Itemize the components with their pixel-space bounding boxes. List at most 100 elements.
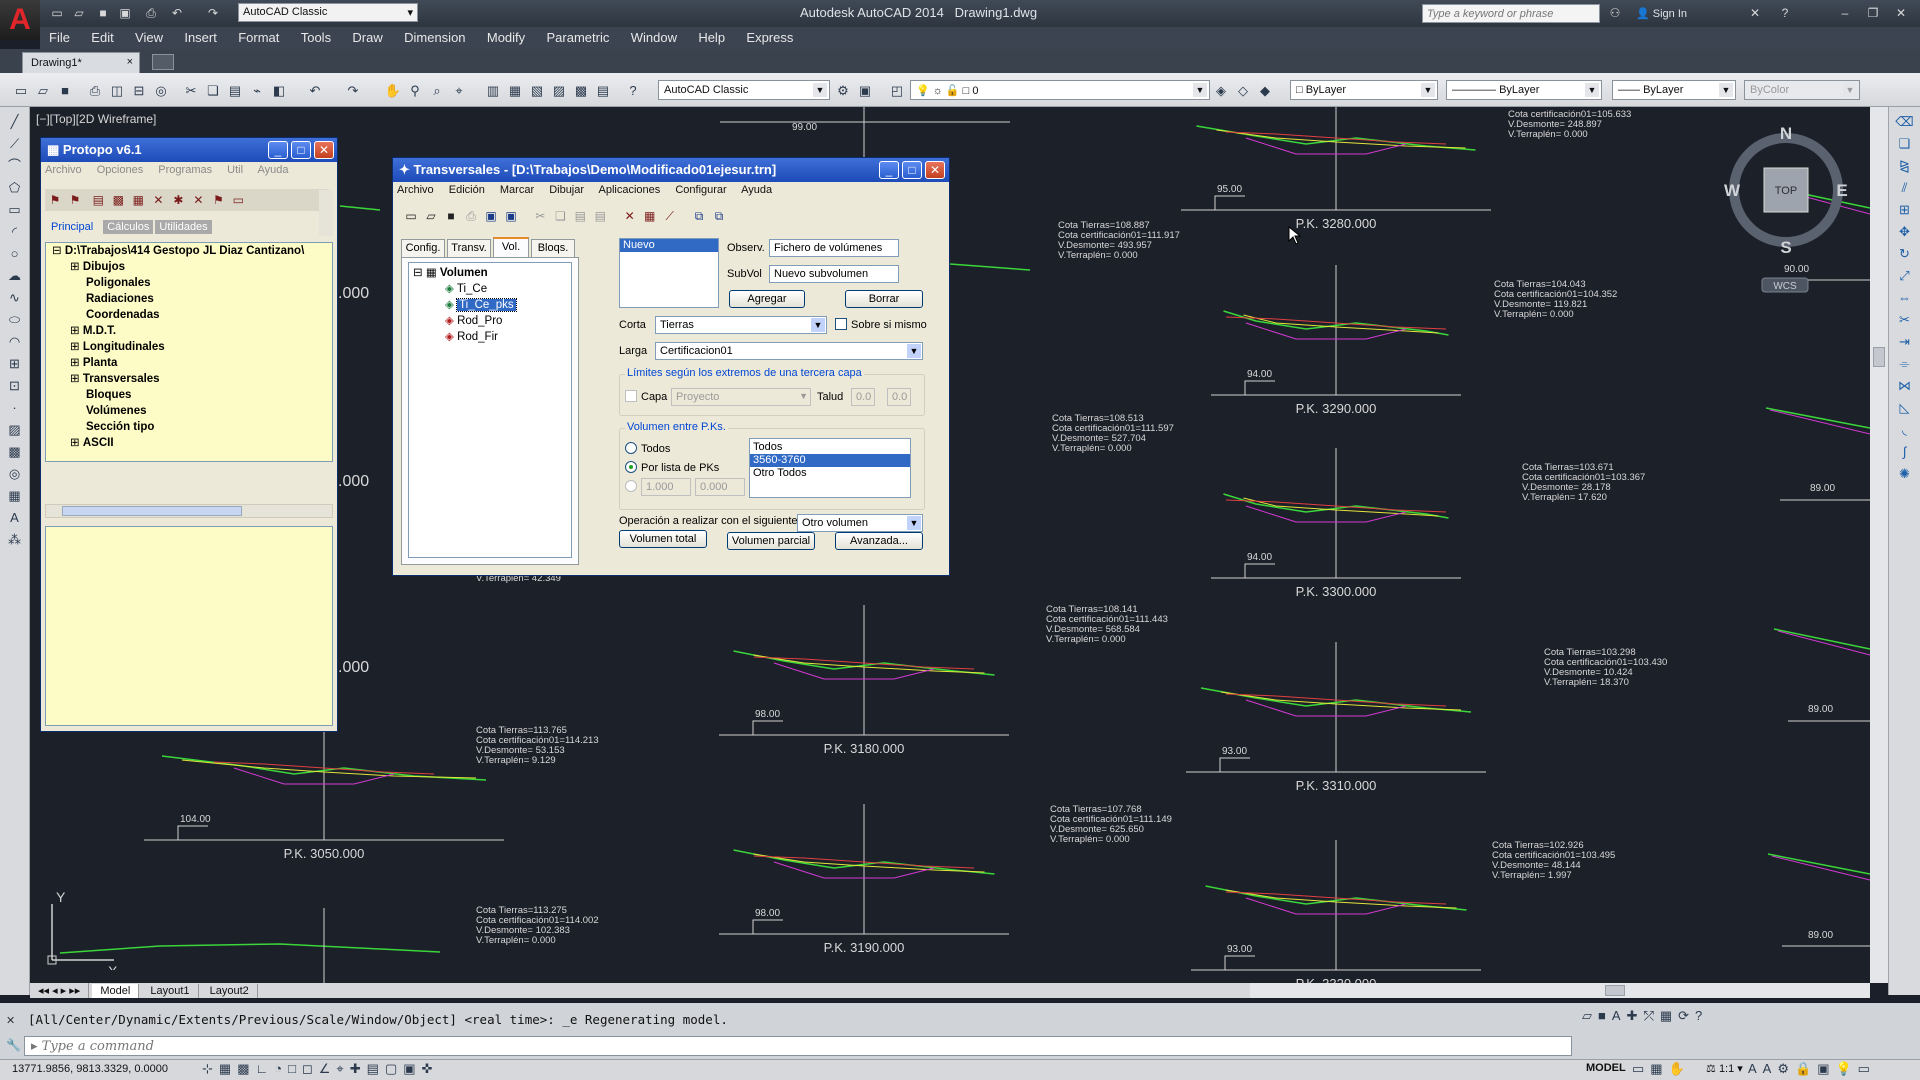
pk-list-item[interactable]: 3560-3760 (750, 454, 910, 467)
ducs-icon[interactable]: ⌖ (336, 1061, 349, 1076)
circle-icon[interactable]: ○ (0, 243, 29, 265)
scale-icon[interactable]: ⤢ (1889, 265, 1920, 287)
point-icon[interactable]: · (0, 397, 29, 419)
open-icon[interactable]: ▱ (1582, 1008, 1598, 1023)
tab-layout2[interactable]: Layout2 (202, 984, 258, 998)
vertical-scrollbar[interactable] (1870, 107, 1888, 983)
expand-icon[interactable]: ⊞ (70, 357, 80, 369)
menu-draw[interactable]: Draw (343, 27, 391, 48)
menu-edit[interactable]: Edit (82, 27, 122, 48)
globe-icon[interactable]: ◎ (152, 82, 170, 100)
protopo-tool-2-icon[interactable]: ⚑ (67, 192, 83, 208)
maximize-icon[interactable]: □ (902, 161, 922, 179)
redo-icon[interactable]: ↷ (344, 82, 362, 100)
layer-states-icon[interactable]: ◆ (1256, 82, 1274, 100)
grid-mark-icon[interactable]: ▦ (642, 208, 658, 224)
viewcube[interactable]: TOP N S W E WCS (1720, 120, 1860, 300)
borrar-button[interactable]: Borrar (845, 290, 923, 308)
plot-icon[interactable]: ⎙ (86, 82, 104, 100)
por-lista-radio[interactable] (625, 461, 637, 473)
trans-menu-edicion[interactable]: Edición (449, 184, 485, 196)
pan-icon[interactable]: ✋ (1669, 1061, 1691, 1076)
insert-block-icon[interactable]: ⊞ (0, 353, 29, 375)
color-combo[interactable]: □ ByLayer ▼ (1290, 80, 1438, 100)
rango-radio[interactable] (625, 480, 637, 492)
qp-icon[interactable]: ▣ (403, 1061, 421, 1076)
protopo-menu-ayuda[interactable]: Ayuda (258, 164, 289, 176)
new-tab-button[interactable] (152, 54, 174, 70)
binoculars-icon[interactable]: ⚇ (1606, 4, 1624, 22)
rectangle-icon[interactable]: ▭ (0, 199, 29, 221)
tab-model[interactable]: Model (92, 984, 140, 998)
tab-transv[interactable]: Transv. (447, 239, 491, 257)
menu-window[interactable]: Window (622, 27, 686, 48)
collapse-icon[interactable]: ⊟ (413, 267, 423, 279)
tree-item-seccion-tipo[interactable]: Sección tipo (46, 419, 332, 435)
menu-express[interactable]: Express (737, 27, 802, 48)
file-tab-drawing1[interactable]: Drawing1* × (22, 52, 140, 73)
close-icon[interactable]: ✕ (925, 161, 945, 179)
undo-icon[interactable]: ↶ (306, 82, 324, 100)
mirror-icon[interactable]: ⧎ (1889, 155, 1920, 177)
model-space-toggle[interactable]: MODEL (1586, 1062, 1626, 1074)
expand-icon[interactable]: ⊞ (70, 261, 80, 273)
protopo-tool-7-icon[interactable]: ✱ (170, 192, 186, 208)
quick-view-icon[interactable]: ▭ (1632, 1061, 1650, 1076)
move-icon[interactable]: ✥ (1889, 221, 1920, 243)
protopo-menu-programas[interactable]: Programas (158, 164, 212, 176)
otrack-icon[interactable]: ∠ (319, 1061, 337, 1076)
pk-list-item[interactable]: Todos (750, 441, 910, 454)
horizontal-scrollbar[interactable] (1250, 983, 1870, 998)
expand-icon[interactable]: ⊞ (70, 325, 80, 337)
application-menu-button[interactable]: A (0, 0, 40, 40)
make-current-icon[interactable]: ◈ (1212, 82, 1230, 100)
export-icon[interactable]: ▣ (483, 208, 499, 224)
open-icon[interactable]: ▱ (34, 82, 52, 100)
clean-screen-icon[interactable]: ▭ (1858, 1061, 1876, 1076)
coordinates-readout[interactable]: 13771.9856, 9813.3329, 0.0000 (12, 1063, 168, 1075)
save-icon[interactable]: ■ (94, 4, 112, 22)
trim-icon[interactable]: ✂ (1889, 309, 1920, 331)
layer-previous-icon[interactable]: ◇ (1234, 82, 1252, 100)
new-icon[interactable]: ▭ (12, 82, 30, 100)
todos-radio[interactable] (625, 442, 637, 454)
open-icon[interactable]: ▱ (70, 4, 88, 22)
zoom-window-icon[interactable]: ⌕ (428, 82, 446, 100)
collapse-icon[interactable]: ⊟ (52, 245, 62, 257)
ellipse-icon[interactable]: ⬭ (0, 309, 29, 331)
save-icon[interactable]: ■ (443, 208, 459, 224)
observ-field[interactable]: Fichero de volúmenes (769, 239, 899, 257)
tool-palettes-icon[interactable]: ▧ (528, 82, 546, 100)
arc-icon[interactable]: ◜ (0, 221, 29, 243)
tree-item-bloques[interactable]: Bloques (46, 387, 332, 403)
revcloud-icon[interactable]: ☁ (0, 265, 29, 287)
vertical-scroll-thumb[interactable] (1873, 347, 1885, 367)
protopo-menu-util[interactable]: Util (227, 164, 243, 176)
unmark-icon[interactable]: ⟋ (662, 208, 678, 224)
protopo-toolbar-scroll[interactable] (319, 190, 333, 236)
protopo-tab-calculos[interactable]: Cálculos (103, 220, 154, 234)
osnap-toggle-icon[interactable]: □ (288, 1061, 302, 1076)
trans-menu-ayuda[interactable]: Ayuda (741, 184, 772, 196)
protopo-tool-1-icon[interactable]: ⚑ (47, 192, 63, 208)
subvol-field[interactable]: Nuevo subvolumen (769, 265, 899, 283)
workspace-switch-icon[interactable]: ⚙ (1777, 1061, 1795, 1076)
tab-layout1[interactable]: Layout1 (142, 984, 199, 998)
save-icon[interactable]: ■ (1598, 1008, 1612, 1023)
tree-root[interactable]: ⊟ D:\Trabajos\414 Gestopo JL Diaz Cantiz… (46, 243, 332, 259)
close-icon[interactable]: ✕ (314, 141, 334, 159)
menu-view[interactable]: View (126, 27, 172, 48)
block-icon[interactable]: ◧ (270, 82, 288, 100)
tree-item-transversales[interactable]: ⊞ Transversales (46, 371, 332, 387)
draw-options-icon[interactable]: ⧉ (711, 208, 727, 224)
zoom-previous-icon[interactable]: ⌖ (450, 82, 468, 100)
toolbar-lock-icon[interactable]: ▣ (856, 82, 874, 100)
open-icon[interactable]: ▱ (423, 208, 439, 224)
text-icon[interactable]: A (0, 507, 29, 529)
restore-icon[interactable]: ❐ (1864, 4, 1882, 22)
rotate-icon[interactable]: ↻ (1889, 243, 1920, 265)
tpy-icon[interactable]: ▢ (385, 1061, 403, 1076)
menu-format[interactable]: Format (229, 27, 288, 48)
pan-icon[interactable]: ✋ (384, 82, 402, 100)
polyline-icon[interactable]: ⌒ (0, 155, 29, 177)
